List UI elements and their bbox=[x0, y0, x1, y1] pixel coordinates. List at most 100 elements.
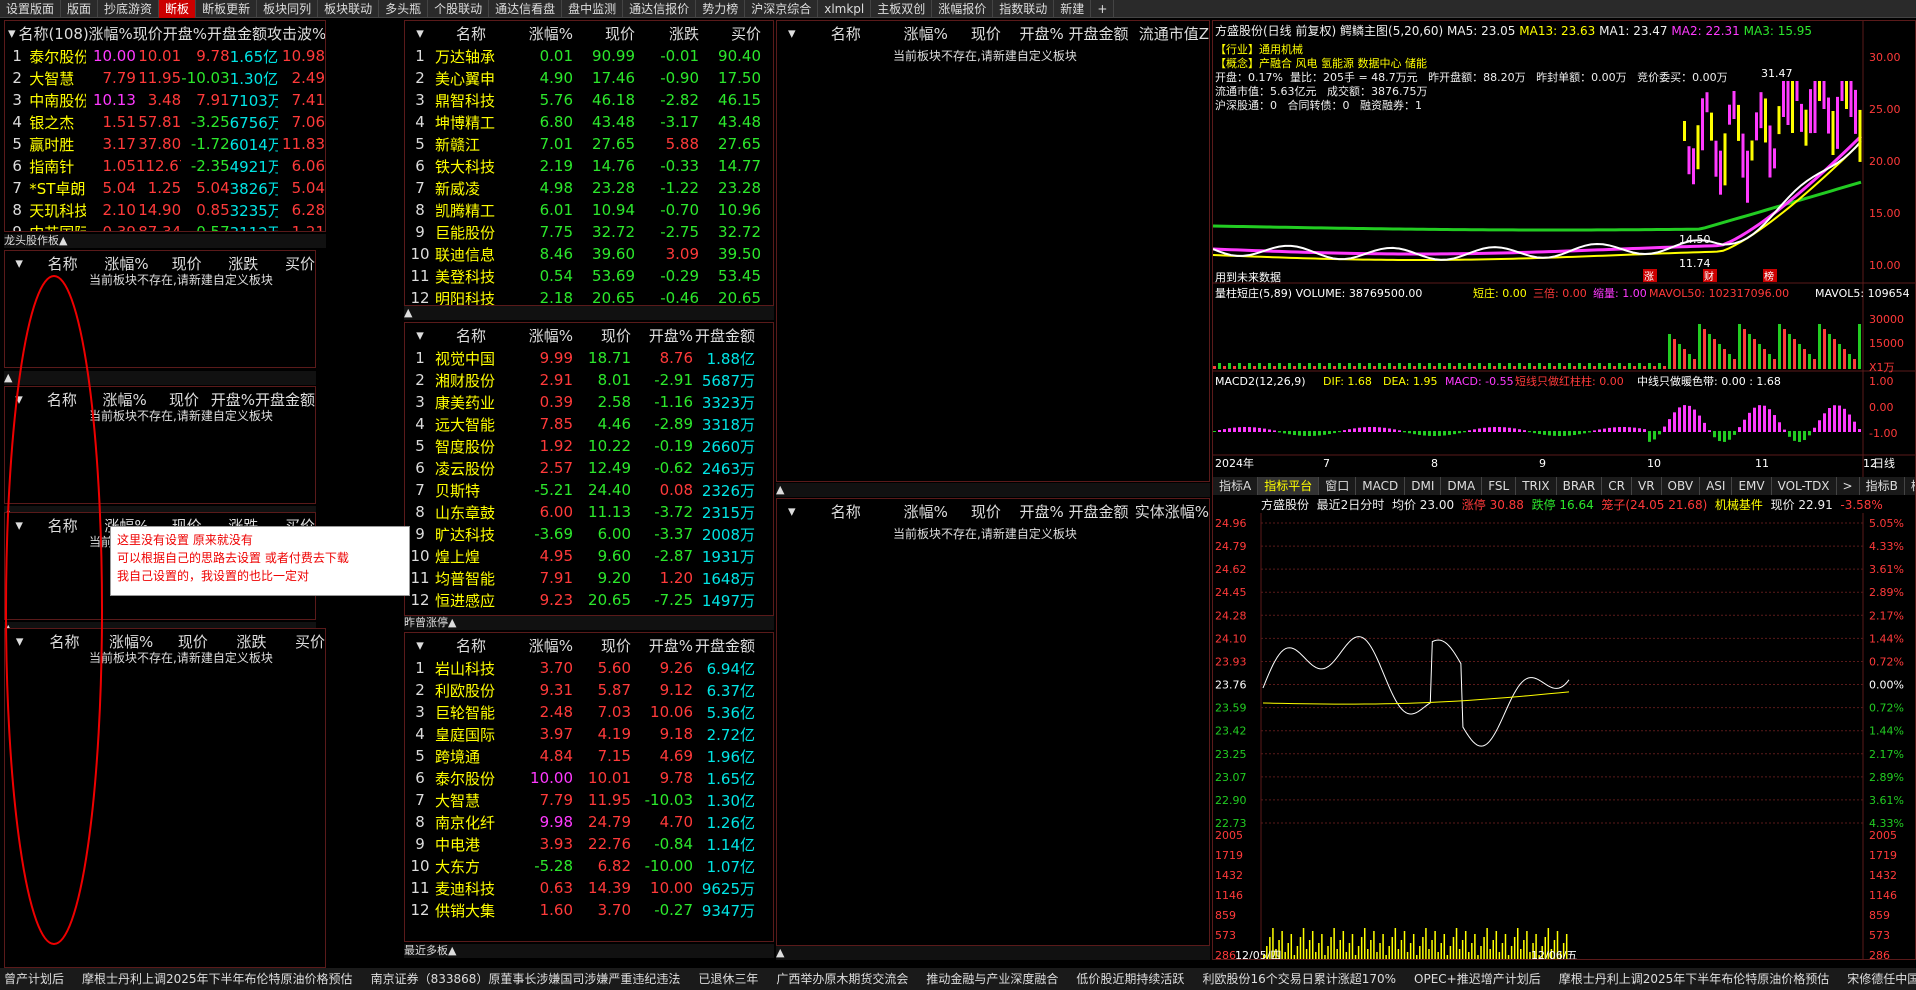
ticker-item[interactable]: 低价股近期持续活跃 bbox=[1076, 972, 1184, 986]
table-row[interactable]: 6 铁大科技 2.19 14.76 -0.33 14.77 bbox=[405, 155, 773, 177]
table-row[interactable]: 2 利欧股份 9.31 5.87 9.12 6.37亿 bbox=[405, 679, 773, 701]
table-row[interactable]: 5 赢时胜 3.17 37.80 -1.72 6014万 11.83 bbox=[5, 133, 325, 155]
panel-collapse-bar[interactable]: ▲ bbox=[776, 483, 1210, 497]
tab-17[interactable]: 指数联动 bbox=[993, 0, 1055, 18]
table-row[interactable]: 2 大智慧 7.79 11.95 -10.03 1.30亿 2.49 bbox=[5, 67, 325, 89]
table-row[interactable]: 3 康美药业 0.39 2.58 -1.16 3323万 bbox=[405, 391, 773, 413]
indicator-tab[interactable]: OBV bbox=[1662, 477, 1701, 495]
column-header[interactable]: 开盘金额 bbox=[207, 23, 267, 44]
column-header[interactable]: 买价 bbox=[266, 631, 325, 652]
column-header[interactable]: 涨幅% bbox=[88, 23, 132, 44]
ticker-item[interactable]: 广西举办原木期货交流会 bbox=[776, 972, 908, 986]
tab-0[interactable]: 设置版面 bbox=[0, 0, 62, 18]
tab-19[interactable]: + bbox=[1091, 0, 1115, 18]
table-row[interactable]: 10 大东方 -5.28 6.82 -10.00 1.07亿 bbox=[405, 855, 773, 877]
tab-2[interactable]: 抄底游资 bbox=[98, 0, 160, 18]
tab-10[interactable]: 盘中监测 bbox=[562, 0, 624, 18]
table-row[interactable]: 9 中电港 3.93 22.76 -0.84 1.14亿 bbox=[405, 833, 773, 855]
column-header[interactable]: 涨跌 bbox=[635, 23, 699, 44]
table-row[interactable]: 7 新威凌 4.98 23.28 -1.22 23.28 bbox=[405, 177, 773, 199]
column-header[interactable]: 名称(108) bbox=[18, 23, 88, 44]
column-header[interactable]: 涨幅% bbox=[507, 325, 573, 346]
table-row[interactable]: 5 智度股份 1.92 10.22 -0.19 2660万 bbox=[405, 435, 773, 457]
panel-title-recent-multi[interactable]: 最近多板▲ bbox=[404, 944, 774, 958]
table-row[interactable]: 6 泰尔股份 10.00 10.01 9.78 1.65亿 bbox=[405, 767, 773, 789]
column-header[interactable]: 开盘金额 bbox=[693, 325, 755, 346]
table-row[interactable]: 3 巨轮智能 2.48 7.03 10.06 5.36亿 bbox=[405, 701, 773, 723]
table-row[interactable]: 8 山东章鼓 6.00 11.13 -3.72 2315万 bbox=[405, 501, 773, 523]
table-row[interactable]: 1 岩山科技 3.70 5.60 9.26 6.94亿 bbox=[405, 657, 773, 679]
ticker-item[interactable]: 已退休三年 bbox=[698, 972, 758, 986]
column-header[interactable]: 现价 bbox=[948, 501, 1001, 522]
sort-arrow-icon[interactable]: ▾ bbox=[777, 24, 806, 42]
table-row[interactable]: 11 麦迪科技 0.63 14.39 10.00 9625万 bbox=[405, 877, 773, 899]
column-header[interactable]: 开盘% bbox=[631, 325, 693, 346]
sort-arrow-icon[interactable]: ▾ bbox=[405, 636, 435, 654]
column-header[interactable]: 涨幅% bbox=[885, 501, 948, 522]
table-row[interactable]: 4 远大智能 7.85 4.46 -2.89 3318万 bbox=[405, 413, 773, 435]
table-row[interactable]: 6 凌云股份 2.57 12.49 -0.62 2463万 bbox=[405, 457, 773, 479]
ticker-item[interactable]: 宋修德任中国国 bbox=[1847, 972, 1916, 986]
column-header[interactable]: 现价 bbox=[573, 325, 631, 346]
tab-8[interactable]: 个股联动 bbox=[428, 0, 490, 18]
tab-14[interactable]: xlmkpl bbox=[818, 0, 872, 18]
column-header[interactable]: 现价 bbox=[573, 635, 631, 656]
ticker-item[interactable]: 推动金融与产业深度融合 bbox=[926, 972, 1058, 986]
panel-collapse-bar[interactable]: ▲ bbox=[776, 946, 1210, 960]
indicator-tab[interactable]: 指标平台 bbox=[1258, 477, 1320, 495]
panel-collapse-bar[interactable]: ▲ bbox=[404, 306, 774, 320]
panel-title-yesterday-limit[interactable]: 昨曾涨停▲ bbox=[404, 616, 774, 630]
table-row[interactable]: 9 巨能股份 7.75 32.72 -2.75 32.72 bbox=[405, 221, 773, 243]
indicator-tab[interactable]: 窗口 bbox=[1319, 477, 1357, 495]
indicator-tab[interactable]: VOL-TDX bbox=[1772, 477, 1837, 495]
indicator-tab[interactable]: BRAR bbox=[1557, 477, 1603, 495]
table-row[interactable]: 11 均普智能 7.91 9.20 1.20 1648万 bbox=[405, 567, 773, 589]
table-row[interactable]: 2 美心翼申 4.90 17.46 -0.90 17.50 bbox=[405, 67, 773, 89]
table-row[interactable]: 10 联迪信息 8.46 39.60 3.09 39.50 bbox=[405, 243, 773, 265]
tab-9[interactable]: 通达信看盘 bbox=[489, 0, 563, 18]
table-row[interactable]: 4 皇庭国际 3.97 4.19 9.18 2.72亿 bbox=[405, 723, 773, 745]
tab-7[interactable]: 多头瓶 bbox=[379, 0, 429, 18]
column-header[interactable]: 开盘% bbox=[1001, 23, 1063, 44]
column-header[interactable]: 开盘% bbox=[631, 635, 693, 656]
table-row[interactable]: 9 中芯国际 0.3987.34 -0.573112万 1.21 bbox=[5, 221, 325, 231]
indicator-tab[interactable]: FSL bbox=[1482, 477, 1517, 495]
column-header[interactable]: 流通市值Z bbox=[1129, 23, 1209, 44]
table-row[interactable]: 5 跨境通 4.84 7.15 4.69 1.96亿 bbox=[405, 745, 773, 767]
column-header[interactable]: 买价 bbox=[699, 23, 761, 44]
indicator-tab[interactable]: CR bbox=[1602, 477, 1632, 495]
tab-13[interactable]: 沪深京综合 bbox=[745, 0, 819, 18]
ticker-item[interactable]: 曾产计划后 bbox=[4, 972, 64, 986]
table-row[interactable]: 2 湘财股份 2.91 8.01 -2.91 5687万 bbox=[405, 369, 773, 391]
ticker-item[interactable]: OPEC+推迟增产计划后 bbox=[1414, 972, 1541, 986]
table-row[interactable]: 9 旷达科技 -3.69 6.00 -3.37 2008万 bbox=[405, 523, 773, 545]
column-header[interactable]: 名称 bbox=[435, 325, 507, 346]
indicator-tab[interactable]: MACD bbox=[1356, 477, 1406, 495]
column-header[interactable]: 涨幅% bbox=[507, 23, 573, 44]
tab-16[interactable]: 涨幅报价 bbox=[932, 0, 994, 18]
column-header[interactable]: 攻击波% bbox=[267, 23, 325, 44]
tab-18[interactable]: 新建 bbox=[1054, 0, 1092, 18]
table-row[interactable]: 6 指南针 1.05112.67 -2.354921万 6.06 bbox=[5, 155, 325, 177]
table-row[interactable]: 7 *ST卓朗 5.04 1.25 5.04 3826万 5.04 bbox=[5, 177, 325, 199]
column-header[interactable]: 开盘% bbox=[1001, 501, 1063, 522]
table-row[interactable]: 1 视觉中国 9.99 18.71 8.76 1.88亿 bbox=[405, 347, 773, 369]
table-row[interactable]: 3 鼎智科技 5.76 46.18 -2.82 46.15 bbox=[405, 89, 773, 111]
sort-arrow-icon[interactable]: ▾ bbox=[777, 502, 806, 520]
column-header[interactable]: 开盘金额 bbox=[1064, 501, 1128, 522]
table-row[interactable]: 5 新赣江 7.01 27.65 5.88 27.65 bbox=[405, 133, 773, 155]
tab-12[interactable]: 势力榜 bbox=[696, 0, 746, 18]
tab-5[interactable]: 板块同列 bbox=[257, 0, 319, 18]
column-header[interactable]: 现价 bbox=[133, 23, 163, 44]
indicator-tab[interactable]: ASI bbox=[1700, 477, 1733, 495]
indicator-tab[interactable]: TRIX bbox=[1516, 477, 1557, 495]
column-header[interactable]: 涨幅% bbox=[507, 635, 573, 656]
table-row[interactable]: 3 中南股份 10.13 3.48 7.91 7103万 7.41 bbox=[5, 89, 325, 111]
column-header[interactable]: 开盘% bbox=[163, 23, 207, 44]
table-row[interactable]: 4 银之杰 1.51 57.81 -3.25 6756万 7.06 bbox=[5, 111, 325, 133]
column-header[interactable]: 涨幅% bbox=[885, 23, 948, 44]
sort-arrow-icon[interactable]: ▾ bbox=[405, 24, 435, 42]
sort-arrow-icon[interactable]: ▾ bbox=[5, 24, 18, 42]
table-row[interactable]: 8 凯腾精工 6.01 10.94 -0.70 10.96 bbox=[405, 199, 773, 221]
column-header[interactable]: 名称 bbox=[806, 23, 885, 44]
